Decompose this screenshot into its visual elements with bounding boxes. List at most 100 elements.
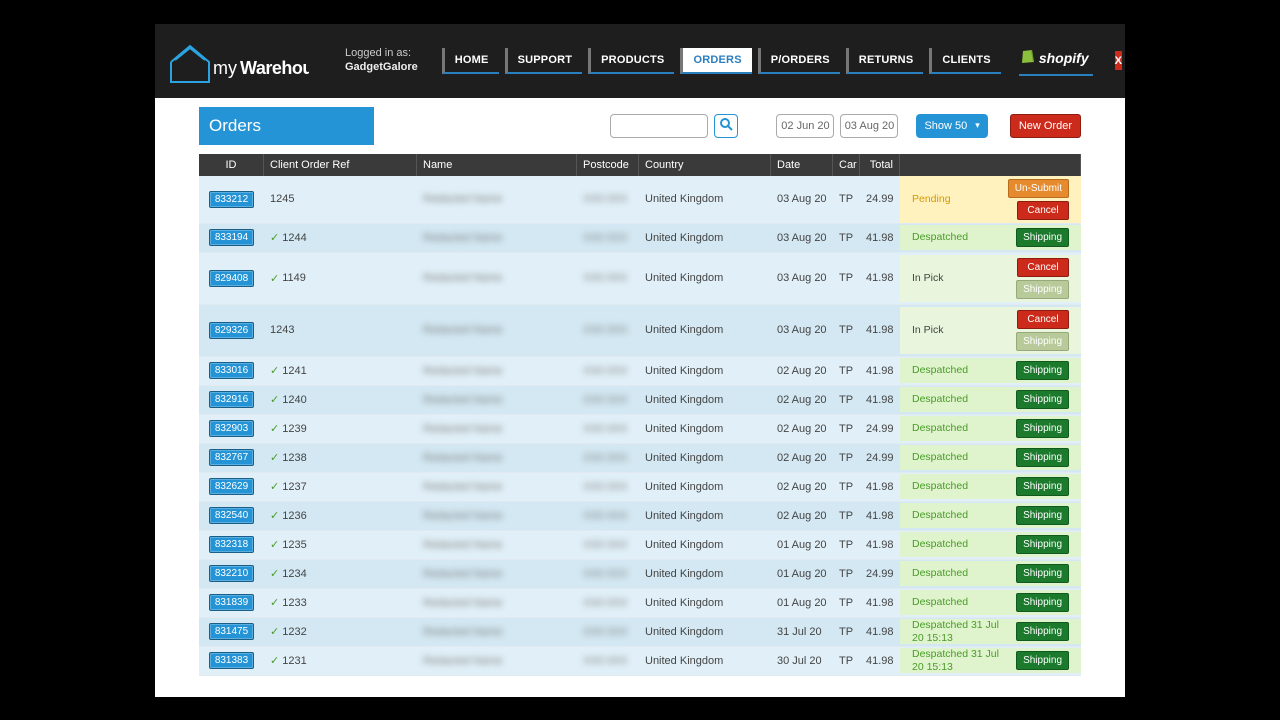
shopify-link[interactable]: shopify [1019, 45, 1093, 76]
order-id-link[interactable]: 832210 [209, 565, 254, 582]
cell-country: United Kingdom [639, 272, 771, 284]
ship-dis-button[interactable]: Shipping [1016, 332, 1069, 351]
cell-date: 03 Aug 20 [771, 193, 833, 205]
order-id-link[interactable]: 832903 [209, 420, 254, 437]
logo: my Warehouse [169, 38, 309, 84]
check-icon: ✓ [270, 596, 279, 609]
col-ref[interactable]: Client Order Ref [264, 154, 417, 176]
ship-button[interactable]: Shipping [1016, 477, 1069, 496]
unsubmit-button[interactable]: Un-Submit [1008, 179, 1069, 198]
table-row: 833016✓1241Redacted NameXX0 0XXUnited Ki… [199, 357, 1081, 386]
search-input[interactable] [610, 114, 708, 138]
search-icon [720, 118, 733, 134]
ship-dis-button[interactable]: Shipping [1016, 280, 1069, 299]
order-id-link[interactable]: 829408 [209, 270, 254, 287]
nav-clients[interactable]: CLIENTS [929, 48, 1000, 74]
date-from-input[interactable] [776, 114, 834, 138]
cancel-button[interactable]: Cancel [1017, 310, 1069, 329]
ship-button[interactable]: Shipping [1016, 651, 1069, 670]
customer-name: Redacted Name [423, 394, 503, 406]
postcode: XX0 0XX [583, 193, 628, 205]
cell-car: TP [833, 539, 860, 551]
order-date: 03 Aug 20 [777, 232, 827, 244]
order-id-link[interactable]: 833016 [209, 362, 254, 379]
col-car[interactable]: Car [833, 154, 860, 176]
nav-returns[interactable]: RETURNS [846, 48, 924, 74]
nav-products[interactable]: PRODUCTS [588, 48, 674, 74]
nav-porders[interactable]: P/ORDERS [758, 48, 840, 74]
order-id-link[interactable]: 832318 [209, 536, 254, 553]
col-name[interactable]: Name [417, 154, 577, 176]
ship-button[interactable]: Shipping [1016, 506, 1069, 525]
new-order-button[interactable]: New Order [1010, 114, 1081, 138]
country: United Kingdom [645, 597, 723, 609]
postcode: XX0 0XX [583, 626, 628, 638]
col-postcode[interactable]: Postcode [577, 154, 639, 176]
order-id-link[interactable]: 831383 [209, 652, 254, 669]
cell-postcode: XX0 0XX [577, 394, 639, 406]
ship-button[interactable]: Shipping [1016, 390, 1069, 409]
total: 41.98 [866, 597, 894, 609]
ship-button[interactable]: Shipping [1016, 228, 1069, 247]
close-button[interactable]: X [1115, 51, 1122, 70]
customer-name: Redacted Name [423, 539, 503, 551]
cell-total: 24.99 [860, 452, 900, 464]
cell-country: United Kingdom [639, 568, 771, 580]
col-country[interactable]: Country [639, 154, 771, 176]
status: Despatched [906, 445, 1006, 470]
cell-car: TP [833, 597, 860, 609]
cell-name: Redacted Name [417, 568, 577, 580]
order-id-link[interactable]: 832767 [209, 449, 254, 466]
show-count-select[interactable]: Show 50 ▾ [916, 114, 987, 138]
cell-country: United Kingdom [639, 597, 771, 609]
cell-ref: ✓1239 [264, 422, 417, 435]
search-button[interactable] [714, 114, 738, 138]
row-actions: Un-Submit Cancel [1006, 176, 1075, 223]
ship-button[interactable]: Shipping [1016, 448, 1069, 467]
total: 24.99 [866, 568, 894, 580]
order-id-link[interactable]: 831475 [209, 623, 254, 640]
table-row: 8293261243Redacted NameXX0 0XXUnited Kin… [199, 305, 1081, 357]
customer-name: Redacted Name [423, 655, 503, 667]
ship-button[interactable]: Shipping [1016, 622, 1069, 641]
check-icon: ✓ [270, 480, 279, 493]
cell-id: 832916 [199, 391, 264, 408]
shopify-label: shopify [1039, 50, 1089, 66]
ship-button[interactable]: Shipping [1016, 535, 1069, 554]
table-row: 832629✓1237Redacted NameXX0 0XXUnited Ki… [199, 473, 1081, 502]
postcode: XX0 0XX [583, 539, 628, 551]
cell-id: 832210 [199, 565, 264, 582]
cell-country: United Kingdom [639, 481, 771, 493]
client-ref: 1237 [282, 481, 306, 493]
status: In Pick [906, 307, 1006, 354]
order-id-link[interactable]: 833194 [209, 229, 254, 246]
col-date[interactable]: Date [771, 154, 833, 176]
order-id-link[interactable]: 829326 [209, 322, 254, 339]
ship-button[interactable]: Shipping [1016, 361, 1069, 380]
nav-home[interactable]: HOME [442, 48, 499, 74]
ship-button[interactable]: Shipping [1016, 419, 1069, 438]
ship-button[interactable]: Shipping [1016, 564, 1069, 583]
cell-country: United Kingdom [639, 510, 771, 522]
cancel-button[interactable]: Cancel [1017, 258, 1069, 277]
nav-support[interactable]: SUPPORT [505, 48, 583, 74]
cell-id: 832318 [199, 536, 264, 553]
order-id-link[interactable]: 831839 [209, 594, 254, 611]
total: 24.99 [866, 452, 894, 464]
col-id[interactable]: ID [199, 154, 264, 176]
order-id-link[interactable]: 832916 [209, 391, 254, 408]
nav-orders[interactable]: ORDERS [680, 48, 751, 74]
date-to-input[interactable] [840, 114, 898, 138]
cell-car: TP [833, 232, 860, 244]
country: United Kingdom [645, 193, 723, 205]
table-row: 832318✓1235Redacted NameXX0 0XXUnited Ki… [199, 531, 1081, 560]
order-id-link[interactable]: 832629 [209, 478, 254, 495]
page-title: Orders [199, 107, 374, 145]
cell-date: 31 Jul 20 [771, 626, 833, 638]
order-id-link[interactable]: 832540 [209, 507, 254, 524]
main-nav: HOMESUPPORTPRODUCTSORDERS P/ORDERSRETURNS… [442, 48, 1001, 74]
ship-button[interactable]: Shipping [1016, 593, 1069, 612]
order-id-link[interactable]: 833212 [209, 191, 254, 208]
cancel-button[interactable]: Cancel [1017, 201, 1069, 220]
col-total[interactable]: Total [860, 154, 900, 176]
